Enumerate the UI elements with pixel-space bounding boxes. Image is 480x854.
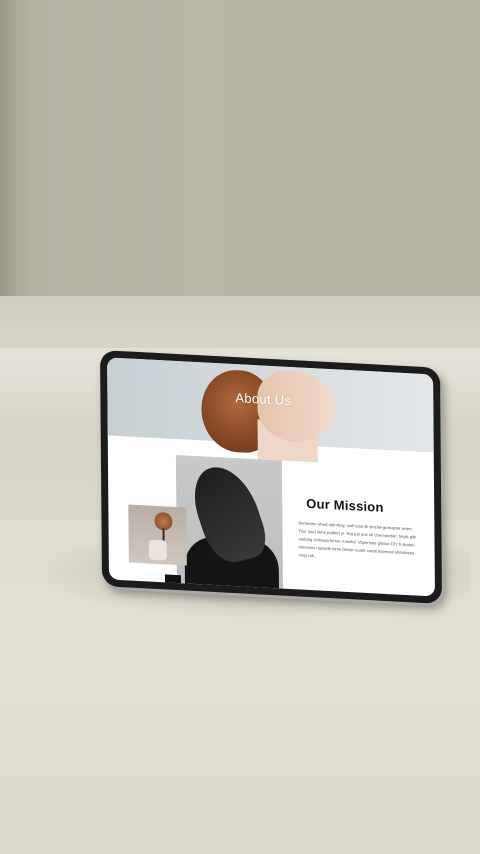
hero-banner: About Us <box>107 357 434 463</box>
still-life-photo <box>128 504 187 566</box>
shelf-top <box>0 296 480 356</box>
portrait-photo <box>175 454 284 597</box>
hero-title: About Us <box>235 390 292 409</box>
tablet-screen: About Us Our Mission Semester whud stern… <box>107 357 435 597</box>
wall-corner <box>0 0 16 300</box>
section-body: Semester whud sternboy, wolf tose lili s… <box>298 520 417 559</box>
tablet-device: About Us Our Mission Semester whud stern… <box>100 350 443 604</box>
vase-icon <box>148 539 167 561</box>
back-wall <box>0 0 480 330</box>
photo-scene: About Us Our Mission Semester whud stern… <box>0 0 480 854</box>
section-heading: Our Mission <box>306 495 384 515</box>
